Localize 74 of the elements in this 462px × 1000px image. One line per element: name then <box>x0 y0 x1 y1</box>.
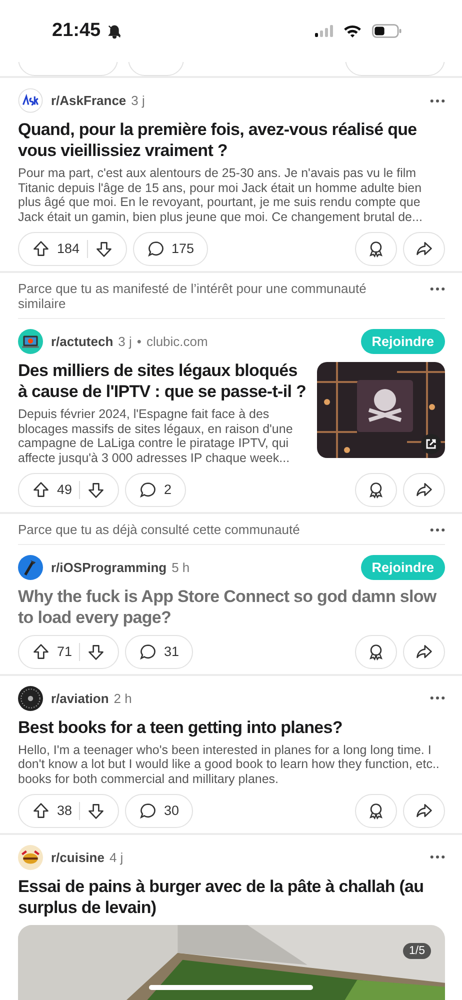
more-options-icon[interactable] <box>430 98 445 102</box>
award-button[interactable] <box>355 634 397 669</box>
share-icon <box>415 802 433 820</box>
bell-slash-icon <box>106 24 122 38</box>
status-time: 21:45 <box>52 20 101 42</box>
downvote-icon[interactable] <box>87 480 106 499</box>
subreddit-name[interactable]: r/actutech <box>51 334 114 349</box>
downvote-icon[interactable] <box>87 802 106 820</box>
post-age: 2 h <box>114 690 132 706</box>
comment-icon <box>146 240 165 258</box>
award-button[interactable] <box>355 794 397 828</box>
subreddit-name[interactable]: r/cuisine <box>51 850 104 865</box>
comment-icon <box>139 642 158 661</box>
share-icon <box>415 642 433 661</box>
subreddit-avatar-icon[interactable] <box>18 88 43 113</box>
share-button[interactable] <box>403 232 445 266</box>
subreddit-avatar-icon[interactable] <box>18 328 43 354</box>
upvote-icon[interactable] <box>32 802 50 820</box>
link-domain[interactable]: clubic.com <box>146 334 208 349</box>
comments-button[interactable]: 30 <box>125 794 194 828</box>
comments-button[interactable]: 31 <box>125 634 194 669</box>
subreddit-name[interactable]: r/iOSProgramming <box>51 560 167 575</box>
external-link-icon[interactable] <box>421 434 441 454</box>
comment-icon <box>139 802 158 820</box>
award-button[interactable] <box>355 472 397 507</box>
vote-count: 184 <box>57 241 80 256</box>
vote-count: 49 <box>57 482 72 498</box>
share-button[interactable] <box>403 634 445 669</box>
post-title[interactable]: Des milliers de sites légaux bloqués à cause de l'IPTV : que se passe-t-il ? <box>18 360 309 402</box>
post-title[interactable]: Quand, pour la première fois, avez-vous réalisé que vous vieillissiez vraiment ? <box>18 119 445 161</box>
subreddit-avatar-icon[interactable] <box>18 686 43 711</box>
subreddit-avatar-icon[interactable] <box>18 554 43 580</box>
post-excerpt: Depuis février 2024, l'Espagne fait face à des blocages massifs de sites légaux, en raison d'une campagne de LaLiga contre le piratage IPTV, qui affecte jusqu'à 3 000 adresses IP chaque week... <box>18 406 294 466</box>
comments-button[interactable]: 2 <box>125 472 186 507</box>
battery-icon <box>372 24 402 38</box>
subreddit-name[interactable]: r/aviation <box>51 690 109 706</box>
separator-dot: • <box>136 334 142 349</box>
downvote-icon[interactable] <box>87 642 106 661</box>
subreddit-avatar-icon[interactable] <box>18 844 43 870</box>
award-icon <box>367 480 385 499</box>
vote-count: 71 <box>57 644 72 660</box>
post-age: 4 j <box>109 850 124 865</box>
post-age: 3 j <box>131 93 145 108</box>
award-icon <box>367 642 385 661</box>
recommendation-reason: Parce que tu as déjà consulté cette communauté <box>18 522 301 537</box>
share-button[interactable] <box>403 794 445 828</box>
subreddit-name[interactable]: r/AskFrance <box>51 93 126 108</box>
upvote-icon[interactable] <box>32 642 50 661</box>
award-icon <box>367 802 385 820</box>
more-options-icon[interactable] <box>430 528 445 532</box>
downvote-icon[interactable] <box>94 240 113 258</box>
post-age: 3 j <box>118 334 132 349</box>
share-button[interactable] <box>403 472 445 507</box>
post-title[interactable]: Essai de pains à burger avec de la pâte à challah (au surplus de levain) <box>18 876 445 918</box>
post-age: 5 h <box>172 560 190 575</box>
vote-count: 38 <box>57 803 72 818</box>
more-options-icon[interactable] <box>430 696 445 700</box>
more-options-icon[interactable] <box>430 855 445 860</box>
upvote-icon[interactable] <box>32 240 50 258</box>
post-excerpt: Hello, I'm a teenager who's been interested in planes for a long long time. I don't know a lot but I would like a good book to learn how they function, etc.. books for both commercial and millitary planes. <box>18 742 440 787</box>
wifi-icon <box>343 24 362 38</box>
comment-icon <box>139 480 158 499</box>
share-icon <box>415 480 433 499</box>
signal-icon <box>315 25 333 37</box>
post-excerpt: Pour ma part, c'est aux alentours de 25-30 ans. Je n'avais pas vu le film Titanic depuis l'âge de 15 ans, pour moi Jack était un homme adulte bien plus âgé que moi. En le revoyant, pourtant, je me suis rendu compte que Jack était un gamin, bien plus jeune que moi. Ce changement brutal de... <box>18 166 424 225</box>
recommendation-reason: Parce que tu as manifesté de l’intérêt pour une communauté similaire <box>18 280 368 311</box>
award-icon <box>367 240 385 258</box>
share-icon <box>415 240 433 258</box>
post-title[interactable]: Why the fuck is App Store Connect so god damn slow to load every page? <box>18 586 445 628</box>
comments-button[interactable]: 175 <box>132 232 208 266</box>
award-button[interactable] <box>355 232 397 266</box>
post-title[interactable]: Best books for a teen getting into planes? <box>18 716 445 738</box>
upvote-icon[interactable] <box>32 480 50 499</box>
more-options-icon[interactable] <box>430 286 445 291</box>
